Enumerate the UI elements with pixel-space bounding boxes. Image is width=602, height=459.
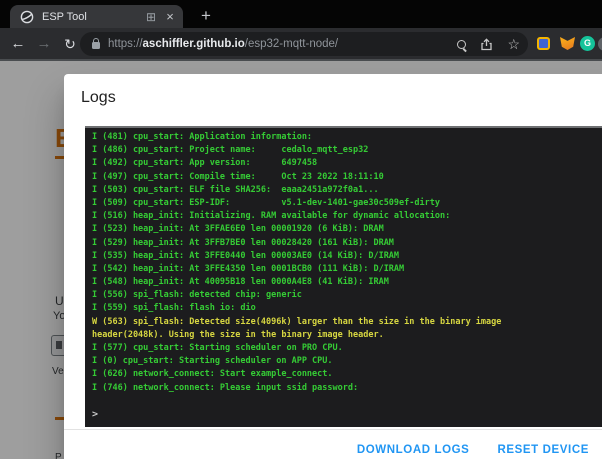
terminal-line: I (497) cpu_start: Compile time: Oct 23 …	[92, 171, 384, 182]
terminal-line: W (563) spi_flash: Detected size(4096k) …	[92, 316, 502, 327]
terminal-line: I (486) cpu_start: Project name: cedalo_…	[92, 145, 369, 156]
tab-preview-icon[interactable]: ⊞	[146, 11, 156, 23]
download-logs-button[interactable]: DOWNLOAD LOGS	[355, 440, 472, 459]
terminal-line: header(2048k). Using the size in the bin…	[92, 329, 384, 340]
new-tab-button[interactable]: +	[196, 6, 216, 26]
terminal-line: I (481) cpu_start: Application informati…	[92, 132, 313, 142]
search-icon[interactable]	[457, 39, 467, 49]
dialog-actions: DOWNLOAD LOGS RESET DEVICE	[64, 430, 602, 459]
terminal-line: I (542) heap_init: At 3FFE4350 len 0001B…	[92, 263, 405, 274]
terminal-line: I (556) spi_flash: detected chip: generi…	[92, 290, 302, 301]
url-path: /esp32-mqtt-node/	[244, 38, 339, 50]
reload-button[interactable]: ↻	[58, 32, 82, 56]
profile-avatar[interactable]	[598, 37, 602, 51]
terminal-line: I (577) cpu_start: Starting scheduler on…	[92, 343, 343, 353]
screenshot-extension-icon[interactable]	[537, 37, 550, 50]
tab-title: ESP Tool	[42, 10, 87, 23]
bookmark-star-icon[interactable]: ☆	[507, 37, 520, 51]
fox-extension-icon[interactable]	[560, 37, 575, 50]
terminal-line: >	[92, 408, 99, 420]
terminal-line: I (0) cpu_start: Starting scheduler on A…	[92, 356, 333, 367]
terminal-line: I (509) cpu_start: ESP-IDF: v5.1-dev-140…	[92, 197, 440, 208]
terminal-output[interactable]: I (481) cpu_start: Application informati…	[85, 126, 602, 427]
terminal-line: I (746) network_connect: Please input ss…	[92, 382, 359, 393]
tab-esp-tool[interactable]: ESP Tool ⊞ ×	[10, 5, 183, 28]
page-url[interactable]: https://aschiffler.github.io/esp32-mqtt-…	[108, 38, 443, 50]
grammarly-extension-icon[interactable]: G	[580, 36, 595, 51]
terminal-line: I (516) heap_init: Initializing. RAM ava…	[92, 211, 451, 222]
terminal-line: I (535) heap_init: At 3FFE0440 len 00003…	[92, 250, 400, 261]
site-favicon-icon	[20, 10, 34, 23]
logs-dialog: Logs I (481) cpu_start: Application info…	[64, 74, 602, 459]
dialog-title: Logs	[81, 89, 116, 106]
terminal-line: I (503) cpu_start: ELF file SHA256: eaaa…	[92, 184, 379, 195]
share-icon[interactable]	[480, 37, 493, 51]
terminal-line: I (626) network_connect: Start example_c…	[92, 369, 333, 380]
terminal-line: I (559) spi_flash: flash io: dio	[92, 303, 256, 314]
forward-button[interactable]: →	[32, 32, 56, 56]
terminal-line: I (548) heap_init: At 40095B18 len 0000A…	[92, 277, 389, 288]
lock-icon[interactable]	[92, 38, 100, 49]
terminal-line: I (529) heap_init: At 3FFB7BE0 len 00028…	[92, 237, 394, 248]
url-protocol: https://	[108, 38, 143, 50]
browser-toolbar: ← → ↻ https://aschiffler.github.io/esp32…	[0, 28, 602, 61]
tab-strip: ESP Tool ⊞ × +	[0, 0, 602, 28]
tab-close-icon[interactable]: ×	[163, 10, 177, 23]
terminal-line: I (523) heap_init: At 3FFAE6E0 len 00001…	[92, 224, 384, 235]
back-button[interactable]: ←	[6, 32, 30, 56]
browser-window: ESP Tool ⊞ × + ← → ↻ https://aschiffler.…	[0, 0, 602, 459]
reset-device-button[interactable]: RESET DEVICE	[495, 440, 591, 459]
url-host: aschiffler.github.io	[142, 38, 245, 50]
terminal-line: I (492) cpu_start: App version: 6497458	[92, 158, 318, 169]
address-bar[interactable]: https://aschiffler.github.io/esp32-mqtt-…	[80, 32, 528, 56]
